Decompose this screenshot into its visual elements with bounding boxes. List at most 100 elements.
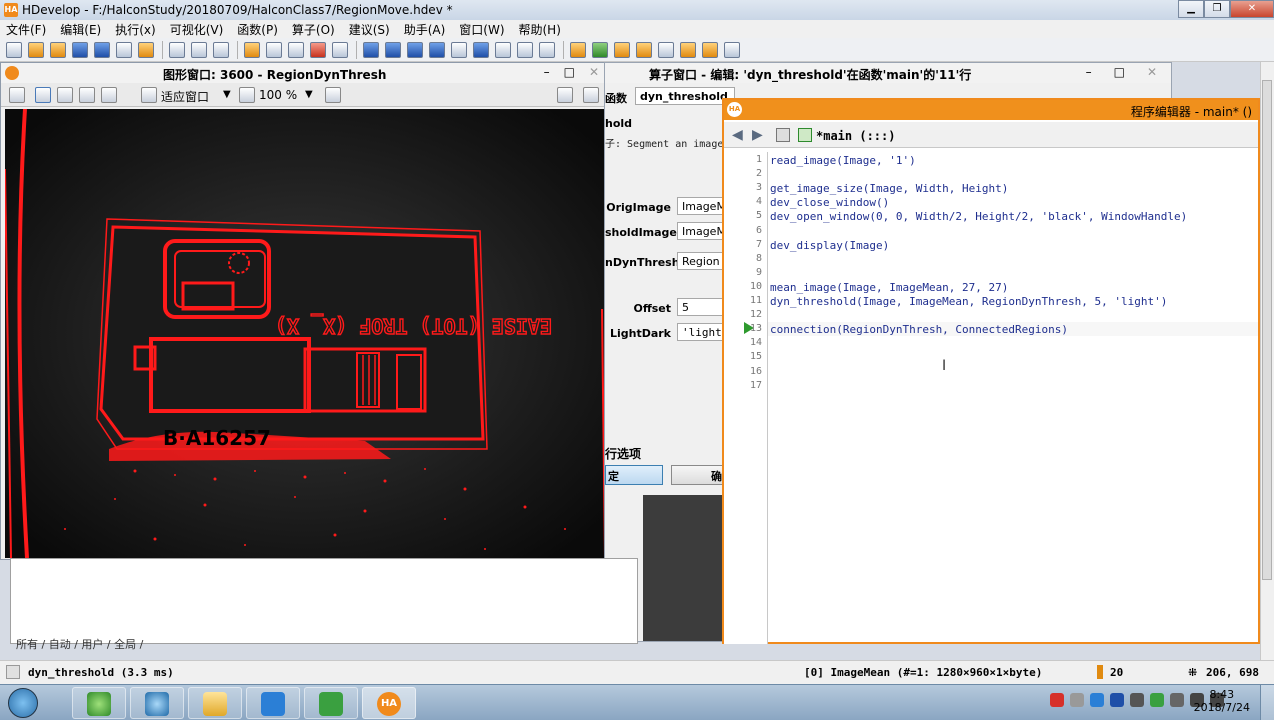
param-input-origimage[interactable]: ImageM xyxy=(677,197,727,215)
start-button[interactable] xyxy=(4,685,44,720)
cancel-button[interactable]: 确 xyxy=(671,465,727,485)
line-number[interactable]: 16 xyxy=(732,366,762,377)
code-line[interactable]: read_image(Image, '1') xyxy=(770,154,916,167)
menu-execute[interactable]: 执行(x) xyxy=(115,21,155,38)
minimize-button[interactable]: ▁ xyxy=(1178,0,1204,18)
tray-flag-icon[interactable] xyxy=(1170,693,1184,707)
code-line[interactable]: dev_open_window(0, 0, Width/2, Height/2,… xyxy=(770,210,1187,223)
chevron-down-icon[interactable]: ▼ xyxy=(223,89,231,100)
line-profile-icon[interactable] xyxy=(636,41,652,58)
redo-icon[interactable] xyxy=(266,41,282,58)
line-number[interactable]: 10 xyxy=(732,281,762,292)
assistant-icon[interactable] xyxy=(570,41,586,58)
ok-button[interactable]: 定 xyxy=(605,465,663,485)
back-arrow-icon[interactable]: ◀ xyxy=(732,127,743,143)
show-desktop-button[interactable] xyxy=(1260,685,1274,720)
reset-program-icon[interactable] xyxy=(495,41,511,58)
stop-icon[interactable] xyxy=(451,41,467,58)
line-number[interactable]: 17 xyxy=(732,380,762,391)
tray-app-icon[interactable] xyxy=(1090,693,1104,707)
fit-window-icon[interactable] xyxy=(141,87,157,103)
operator-close-button[interactable]: ✕ xyxy=(1147,65,1157,79)
tray-bluetooth-icon[interactable] xyxy=(1110,693,1124,707)
brush-icon[interactable] xyxy=(9,87,25,103)
print-icon[interactable] xyxy=(116,41,132,58)
zoom-level-icon[interactable] xyxy=(239,87,255,103)
run-to-insert-icon[interactable] xyxy=(473,41,489,58)
run-icon[interactable] xyxy=(363,41,379,58)
paint-colors-icon[interactable] xyxy=(325,87,341,103)
step-into-icon[interactable] xyxy=(407,41,423,58)
find-icon[interactable] xyxy=(332,41,348,58)
procedure-select[interactable]: *main (:::) xyxy=(816,129,895,143)
image-canvas[interactable]: EAISE (TOT) TROF (X_ X) B·A16257 xyxy=(5,109,605,558)
feature-inspection-icon[interactable] xyxy=(658,41,674,58)
line-number[interactable]: 12 xyxy=(732,309,762,320)
save-icon[interactable] xyxy=(72,41,88,58)
maximize-button[interactable]: ❐ xyxy=(1204,0,1230,18)
menu-window[interactable]: 窗口(W) xyxy=(459,21,504,38)
new-file-icon[interactable] xyxy=(6,41,22,58)
settings-icon[interactable] xyxy=(583,87,599,103)
param-input-thresholdimage[interactable]: ImageM xyxy=(677,222,727,240)
open-file-icon[interactable] xyxy=(28,41,44,58)
chevron-down-icon[interactable]: ▼ xyxy=(305,89,313,100)
line-number[interactable]: 4 xyxy=(732,196,762,207)
code-line[interactable]: dev_close_window() xyxy=(770,196,889,209)
line-number[interactable]: 8 xyxy=(732,253,762,264)
line-number[interactable]: 15 xyxy=(732,351,762,362)
breakpoint-icon[interactable] xyxy=(517,41,533,58)
step-over-icon[interactable] xyxy=(385,41,401,58)
pointer-icon[interactable] xyxy=(35,87,51,103)
menu-help[interactable]: 帮助(H) xyxy=(519,21,561,38)
line-number[interactable]: 11 xyxy=(732,295,762,306)
param-input-offset[interactable]: 5 xyxy=(677,298,727,316)
code-line[interactable]: connection(RegionDynThresh, ConnectedReg… xyxy=(770,323,1068,336)
tray-nvidia-icon[interactable] xyxy=(1150,693,1164,707)
param-input-lightdark[interactable]: 'light xyxy=(677,323,727,341)
paste-icon[interactable] xyxy=(213,41,229,58)
timer-icon[interactable] xyxy=(539,41,555,58)
properties-icon[interactable] xyxy=(138,41,154,58)
ocr-icon[interactable] xyxy=(724,41,740,58)
taskbar-ie[interactable] xyxy=(72,687,126,719)
taskbar-explorer[interactable] xyxy=(188,687,242,719)
list-icon[interactable] xyxy=(288,41,304,58)
line-number[interactable]: 6 xyxy=(732,225,762,236)
tray-security-icon[interactable] xyxy=(1050,693,1064,707)
copy-icon[interactable] xyxy=(191,41,207,58)
fit-window-label[interactable]: 适应窗口 xyxy=(161,88,209,105)
taskbar-excel[interactable] xyxy=(304,687,358,719)
taskbar-halcon[interactable]: HA xyxy=(362,687,416,719)
open-example-icon[interactable] xyxy=(50,41,66,58)
line-number[interactable]: 7 xyxy=(732,239,762,250)
taskbar-media[interactable] xyxy=(130,687,184,719)
function-input[interactable]: dyn_threshold xyxy=(635,87,735,105)
operator-minimize-button[interactable]: – xyxy=(1086,65,1092,79)
zoom-options-icon[interactable] xyxy=(101,87,117,103)
undo-icon[interactable] xyxy=(244,41,260,58)
code-line[interactable]: dev_display(Image) xyxy=(770,239,889,252)
pan-hand-icon[interactable] xyxy=(57,87,73,103)
graphics-minimize-button[interactable]: – xyxy=(544,65,550,79)
menu-assistants[interactable]: 助手(A) xyxy=(404,21,446,38)
menu-operators[interactable]: 算子(O) xyxy=(292,21,335,38)
step-out-icon[interactable] xyxy=(429,41,445,58)
tray-input-icon[interactable] xyxy=(1130,693,1144,707)
operator-maximize-button[interactable]: □ xyxy=(1114,65,1125,79)
line-number[interactable]: 5 xyxy=(732,210,762,221)
line-number[interactable]: 1 xyxy=(732,154,762,165)
menu-edit[interactable]: 编辑(E) xyxy=(60,21,101,38)
tray-usb-icon[interactable] xyxy=(1070,693,1084,707)
histogram-icon[interactable] xyxy=(614,41,630,58)
code-line[interactable]: mean_image(Image, ImageMean, 27, 27) xyxy=(770,281,1008,294)
delete-line-icon[interactable] xyxy=(310,41,326,58)
code-line[interactable]: dyn_threshold(Image, ImageMean, RegionDy… xyxy=(770,295,1167,308)
code-line[interactable]: get_image_size(Image, Width, Height) xyxy=(770,182,1008,195)
zoom-level-select[interactable]: 100 % xyxy=(259,88,297,102)
line-number[interactable]: 13 xyxy=(732,323,762,334)
cut-icon[interactable] xyxy=(169,41,185,58)
zoom-icon[interactable] xyxy=(79,87,95,103)
graphics-maximize-button[interactable]: □ xyxy=(564,65,575,79)
zoom-window-icon[interactable] xyxy=(702,41,718,58)
